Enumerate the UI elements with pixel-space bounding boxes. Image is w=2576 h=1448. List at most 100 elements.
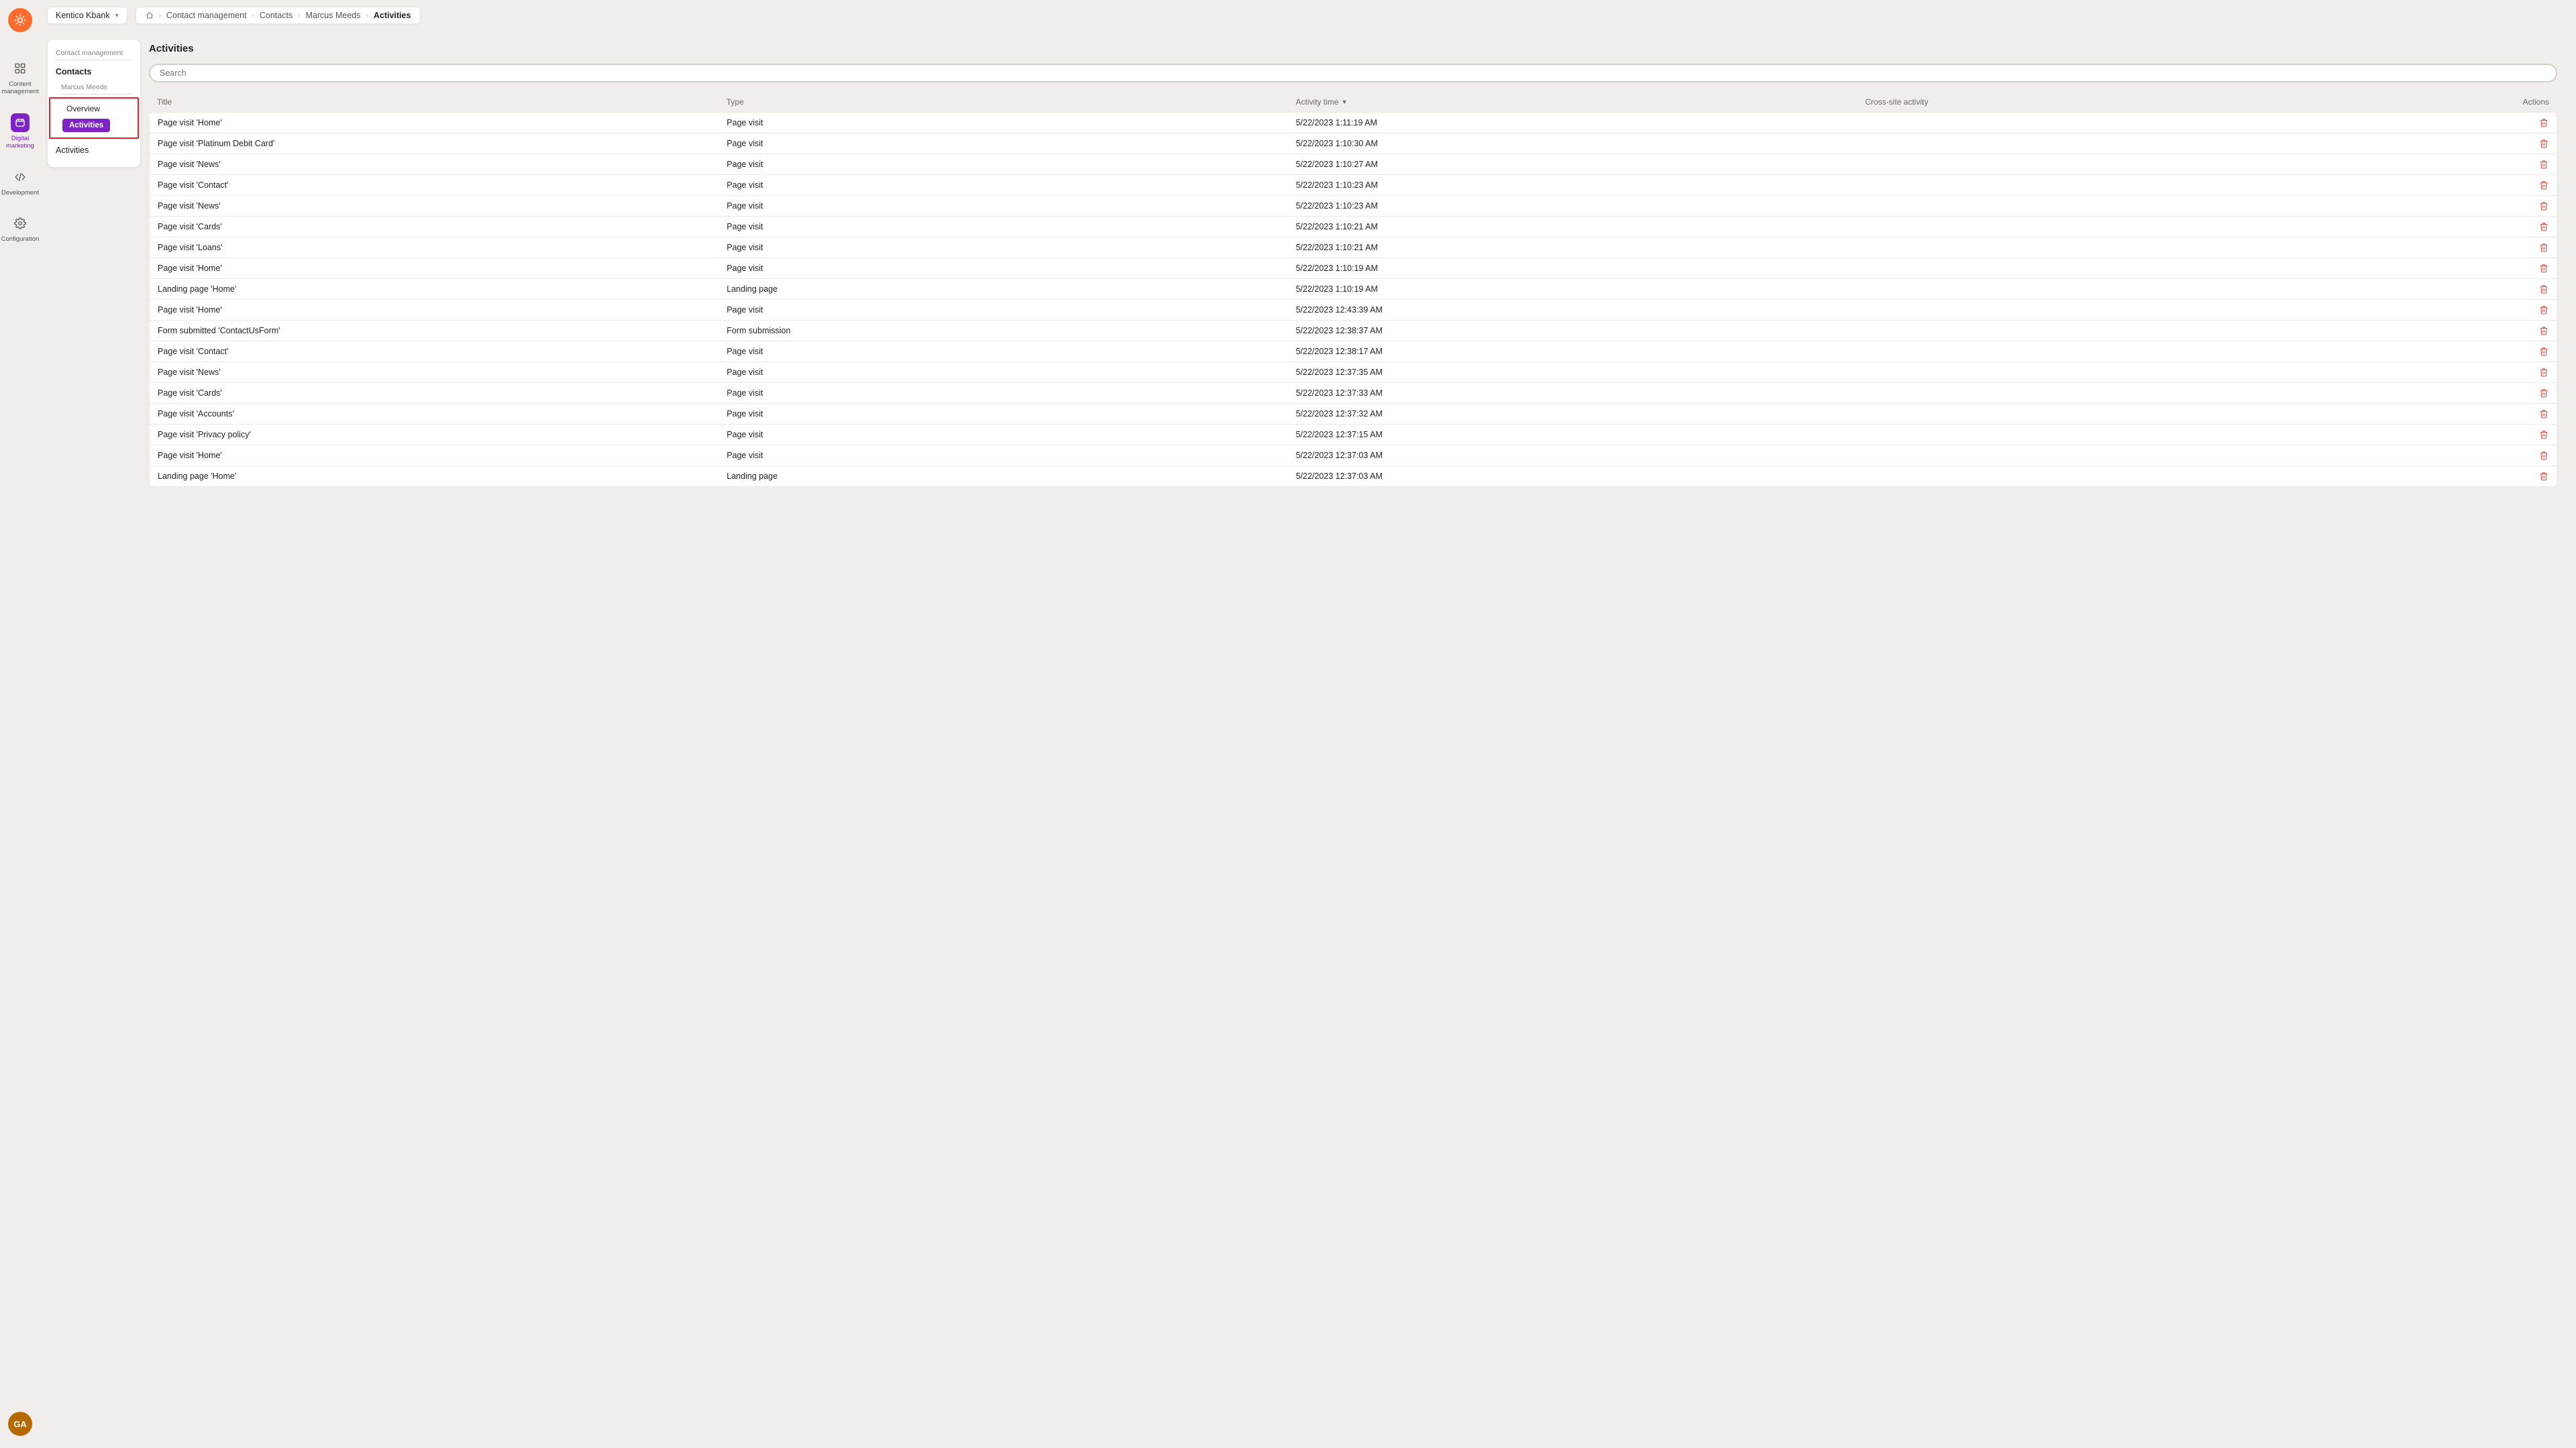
cell-title: Page visit 'Home' (158, 264, 727, 273)
delete-button[interactable] (2491, 409, 2548, 419)
breadcrumb-item[interactable]: Contact management (166, 11, 247, 20)
rail-item-content[interactable]: Content management (3, 54, 38, 103)
cell-time: 5/22/2023 1:10:23 AM (1296, 201, 1865, 211)
cell-type: Page visit (727, 388, 1295, 398)
cell-time: 5/22/2023 1:10:21 AM (1296, 222, 1865, 231)
main-content: Activities Title Type Activity time ▼ Cr… (149, 0, 2576, 507)
rail-label: Configuration (1, 235, 40, 243)
cell-time: 5/22/2023 12:37:03 AM (1296, 471, 1865, 481)
table-row[interactable]: Page visit 'Platinum Debit Card'Page vis… (149, 133, 2557, 154)
delete-button[interactable] (2491, 243, 2548, 252)
cell-time: 5/22/2023 1:10:27 AM (1296, 160, 1865, 169)
cell-type: Form submission (727, 326, 1295, 335)
config-icon (11, 214, 30, 233)
trash-icon (2539, 222, 2548, 231)
rail-item-marketing[interactable]: Digital marketing (3, 108, 38, 157)
cell-title: Page visit 'Contact' (158, 347, 727, 356)
cell-title: Page visit 'Home' (158, 451, 727, 460)
delete-button[interactable] (2491, 388, 2548, 398)
trash-icon (2539, 201, 2548, 211)
breadcrumb-item[interactable]: Marcus Meeds (306, 11, 361, 20)
table-row[interactable]: Landing page 'Home'Landing page5/22/2023… (149, 465, 2557, 487)
trash-icon (2539, 264, 2548, 273)
col-title[interactable]: Title (157, 97, 727, 107)
cell-title: Page visit 'Cards' (158, 222, 727, 231)
rail-label: Development (1, 189, 39, 197)
nav-link-contacts[interactable]: Contacts (53, 63, 135, 80)
cell-time: 5/22/2023 1:10:21 AM (1296, 243, 1865, 252)
table-row[interactable]: Page visit 'Home'Page visit5/22/2023 1:1… (149, 112, 2557, 133)
table-row[interactable]: Page visit 'Contact'Page visit5/22/2023 … (149, 174, 2557, 196)
trash-icon (2539, 243, 2548, 252)
site-picker[interactable]: Kentico Kbank ▾ (47, 7, 127, 24)
cell-title: Page visit 'Platinum Debit Card' (158, 139, 727, 148)
trash-icon (2539, 471, 2548, 481)
col-activity-time[interactable]: Activity time ▼ (1296, 97, 1866, 107)
cell-title: Landing page 'Home' (158, 284, 727, 294)
rail-item-dev[interactable]: Development (3, 162, 38, 203)
delete-button[interactable] (2491, 451, 2548, 460)
highlighted-region: Overview Activities (49, 97, 139, 139)
table-row[interactable]: Page visit 'Cards'Page visit5/22/2023 1:… (149, 216, 2557, 237)
trash-icon (2539, 139, 2548, 148)
sort-desc-icon: ▼ (1342, 99, 1348, 105)
cell-title: Page visit 'Home' (158, 118, 727, 127)
cell-time: 5/22/2023 12:38:17 AM (1296, 347, 1865, 356)
table-row[interactable]: Page visit 'Cards'Page visit5/22/2023 12… (149, 382, 2557, 404)
cell-type: Page visit (727, 139, 1295, 148)
cell-type: Page visit (727, 243, 1295, 252)
brand-logo[interactable] (8, 8, 32, 32)
delete-button[interactable] (2491, 430, 2548, 439)
cell-time: 5/22/2023 1:10:23 AM (1296, 180, 1865, 190)
home-icon[interactable] (146, 11, 154, 19)
cell-title: Page visit 'News' (158, 368, 727, 377)
delete-button[interactable] (2491, 201, 2548, 211)
table-row[interactable]: Page visit 'Privacy policy'Page visit5/2… (149, 424, 2557, 445)
chevron-right-icon: › (366, 12, 368, 19)
delete-button[interactable] (2491, 347, 2548, 356)
cell-time: 5/22/2023 1:10:19 AM (1296, 284, 1865, 294)
table-row[interactable]: Page visit 'Contact'Page visit5/22/2023 … (149, 341, 2557, 362)
delete-button[interactable] (2491, 160, 2548, 169)
breadcrumb-item[interactable]: Contacts (260, 11, 292, 20)
table-row[interactable]: Page visit 'News'Page visit5/22/2023 12:… (149, 361, 2557, 383)
delete-button[interactable] (2491, 139, 2548, 148)
trash-icon (2539, 305, 2548, 315)
site-picker-label: Kentico Kbank (56, 11, 110, 20)
table-row[interactable]: Page visit 'Home'Page visit5/22/2023 12:… (149, 445, 2557, 466)
cell-type: Landing page (727, 284, 1295, 294)
delete-button[interactable] (2491, 222, 2548, 231)
cell-title: Page visit 'Contact' (158, 180, 727, 190)
table-row[interactable]: Page visit 'Loans'Page visit5/22/2023 1:… (149, 237, 2557, 258)
delete-button[interactable] (2491, 471, 2548, 481)
col-cross-site[interactable]: Cross-site activity (1865, 97, 2491, 107)
top-bar: Kentico Kbank ▾ ›Contact management›Cont… (47, 7, 421, 24)
nav-link-overview[interactable]: Overview (54, 101, 133, 116)
delete-button[interactable] (2491, 284, 2548, 294)
col-type[interactable]: Type (727, 97, 1296, 107)
cell-type: Page visit (727, 430, 1295, 439)
trash-icon (2539, 430, 2548, 439)
table-row[interactable]: Page visit 'Home'Page visit5/22/2023 1:1… (149, 258, 2557, 279)
cell-title: Form submitted 'ContactUsForm' (158, 326, 727, 335)
delete-button[interactable] (2491, 264, 2548, 273)
nav-link-activities[interactable]: Activities (53, 142, 135, 159)
table-row[interactable]: Page visit 'Home'Page visit5/22/2023 12:… (149, 299, 2557, 321)
table-row[interactable]: Form submitted 'ContactUsForm'Form submi… (149, 320, 2557, 341)
trash-icon (2539, 160, 2548, 169)
delete-button[interactable] (2491, 118, 2548, 127)
table-row[interactable]: Page visit 'Accounts'Page visit5/22/2023… (149, 403, 2557, 425)
search-input[interactable] (149, 64, 2557, 82)
delete-button[interactable] (2491, 180, 2548, 190)
rail-item-config[interactable]: Configuration (3, 209, 38, 249)
delete-button[interactable] (2491, 305, 2548, 315)
table-row[interactable]: Page visit 'News'Page visit5/22/2023 1:1… (149, 154, 2557, 175)
cell-time: 5/22/2023 1:10:19 AM (1296, 264, 1865, 273)
delete-button[interactable] (2491, 326, 2548, 335)
table-row[interactable]: Landing page 'Home'Landing page5/22/2023… (149, 278, 2557, 300)
user-avatar[interactable]: GA (8, 1412, 32, 1436)
cell-title: Page visit 'News' (158, 201, 727, 211)
nav-link-activities-active[interactable]: Activities (62, 119, 110, 132)
delete-button[interactable] (2491, 368, 2548, 377)
table-row[interactable]: Page visit 'News'Page visit5/22/2023 1:1… (149, 195, 2557, 217)
